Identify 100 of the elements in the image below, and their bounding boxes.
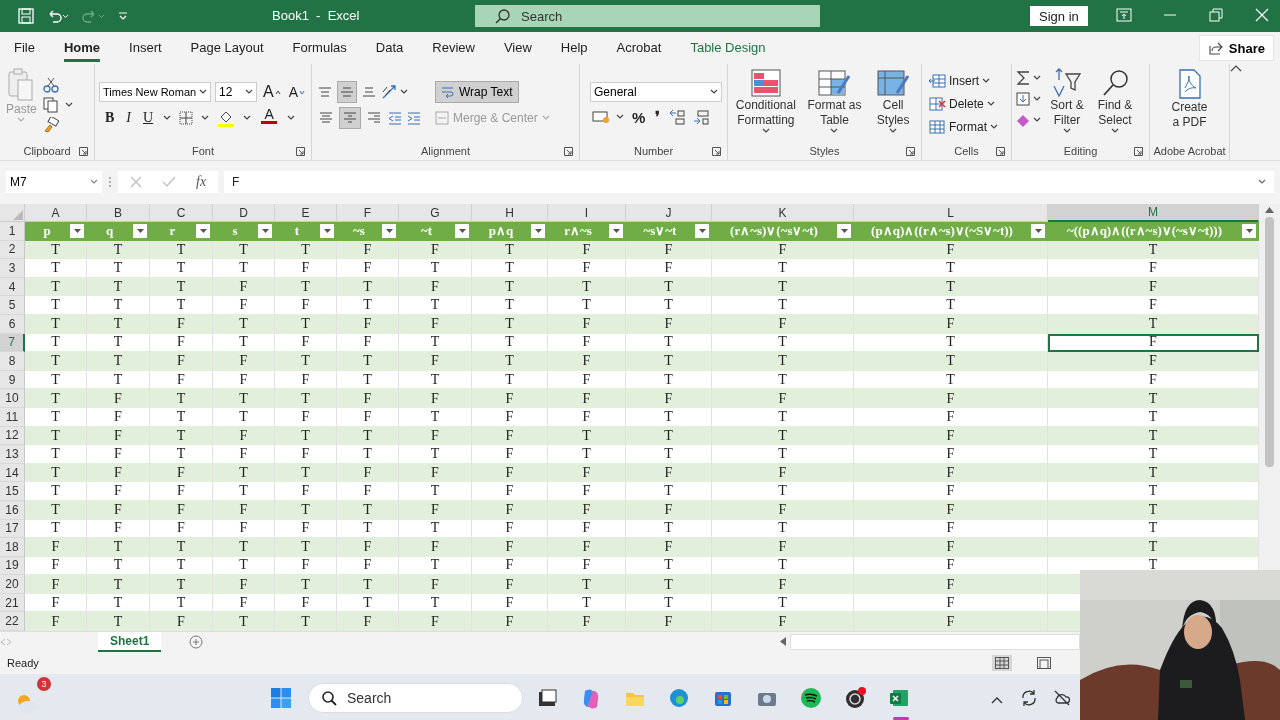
- share-button[interactable]: Share: [1198, 35, 1274, 61]
- dropdown-caret-icon[interactable]: [1033, 96, 1041, 102]
- dropdown-caret-icon[interactable]: [1033, 75, 1041, 81]
- filter-button[interactable]: [258, 224, 272, 238]
- filter-button[interactable]: [320, 224, 334, 238]
- wrap-text-button[interactable]: Wrap Text: [435, 81, 519, 103]
- find-and-select-button[interactable]: Find & Select: [1093, 68, 1137, 142]
- row-header[interactable]: 8: [0, 352, 25, 371]
- filter-button[interactable]: [455, 224, 469, 238]
- ribbon-tab[interactable]: Data: [375, 34, 404, 62]
- dialog-launcher-icon[interactable]: [996, 146, 1005, 156]
- ribbon-tab[interactable]: Home: [63, 34, 101, 62]
- create-pdf-button[interactable]: Create a PDF: [1164, 68, 1215, 142]
- filter-button[interactable]: [609, 224, 623, 238]
- autosum-icon[interactable]: [1016, 70, 1030, 86]
- sort-and-filter-button[interactable]: Sort & Filter: [1045, 68, 1089, 142]
- filter-button[interactable]: [695, 224, 709, 238]
- dropdown-caret-icon[interactable]: [986, 101, 995, 107]
- number-style-button[interactable]: ❜: [653, 106, 663, 128]
- dropdown-caret-icon[interactable]: [163, 115, 172, 121]
- borders-icon[interactable]: [179, 111, 194, 125]
- column-header[interactable]: K: [712, 204, 854, 222]
- dropdown-caret-icon[interactable]: [830, 128, 839, 134]
- column-header[interactable]: C: [150, 204, 213, 222]
- column-header[interactable]: H: [472, 204, 548, 222]
- column-header[interactable]: D: [213, 204, 275, 222]
- recorder-icon[interactable]: [844, 687, 866, 709]
- filter-button[interactable]: [196, 224, 210, 238]
- cell-styles-button[interactable]: Cell Styles: [871, 68, 916, 142]
- filter-button[interactable]: [382, 224, 396, 238]
- dialog-launcher-icon[interactable]: [79, 146, 88, 156]
- dropdown-caret-icon[interactable]: [64, 102, 73, 108]
- sync-icon[interactable]: [1020, 689, 1038, 707]
- delete-cells-button[interactable]: Delete: [926, 93, 1007, 115]
- scroll-left-icon[interactable]: [780, 637, 786, 646]
- dropdown-caret-icon[interactable]: [710, 89, 718, 95]
- insert-cells-button[interactable]: Insert: [926, 70, 1007, 92]
- underline-button[interactable]: U: [141, 107, 156, 129]
- column-header[interactable]: E: [275, 204, 337, 222]
- horizontal-scrollbar[interactable]: [790, 633, 1080, 650]
- dropdown-caret-icon[interactable]: [990, 124, 998, 130]
- column-header[interactable]: A: [25, 204, 87, 222]
- ribbon-tab[interactable]: File: [14, 34, 35, 62]
- ribbon-display-icon[interactable]: [1116, 8, 1132, 22]
- row-header[interactable]: 22: [0, 612, 25, 632]
- column-header[interactable]: G: [399, 204, 472, 222]
- ribbon-tab[interactable]: Table Design: [690, 34, 766, 62]
- dropdown-caret-icon[interactable]: [1063, 128, 1071, 134]
- number-format-dropdown[interactable]: General: [590, 82, 722, 102]
- formula-value[interactable]: F: [232, 175, 240, 189]
- dialog-launcher-icon[interactable]: [296, 146, 305, 156]
- column-header[interactable]: B: [87, 204, 150, 222]
- fill-color-icon[interactable]: [217, 109, 236, 127]
- decrease-decimal-icon[interactable]: [692, 109, 711, 125]
- row-header[interactable]: 20: [0, 575, 25, 594]
- collapse-ribbon-icon[interactable]: [1230, 64, 1242, 72]
- column-header[interactable]: F: [337, 204, 399, 222]
- dropdown-caret-icon[interactable]: [287, 115, 296, 121]
- dialog-launcher-icon[interactable]: [906, 146, 915, 156]
- ribbon-tab[interactable]: Insert: [129, 34, 162, 62]
- vertical-scrollbar[interactable]: [1259, 204, 1280, 570]
- filter-button[interactable]: [531, 224, 545, 238]
- save-icon[interactable]: [18, 8, 34, 24]
- conditional-formatting-button[interactable]: Conditional Formatting: [733, 68, 798, 142]
- bold-button[interactable]: B: [103, 107, 117, 129]
- cut-icon[interactable]: [42, 77, 59, 93]
- filter-button[interactable]: [1242, 224, 1256, 238]
- row-header[interactable]: 3: [0, 259, 25, 278]
- dialog-launcher-icon[interactable]: [564, 146, 573, 156]
- dropdown-caret-icon[interactable]: [199, 89, 207, 95]
- row-header[interactable]: 18: [0, 538, 25, 557]
- dropdown-caret-icon[interactable]: [1033, 117, 1041, 123]
- row-header[interactable]: 10: [0, 389, 25, 408]
- format-cells-button[interactable]: Format: [926, 116, 1007, 138]
- dialog-launcher-icon[interactable]: [1134, 146, 1143, 156]
- increase-decimal-icon[interactable]: [668, 109, 687, 125]
- font-color-button[interactable]: A: [259, 107, 280, 129]
- column-header[interactable]: I: [548, 204, 626, 222]
- fill-down-icon[interactable]: [1016, 91, 1030, 107]
- close-icon[interactable]: [1254, 8, 1270, 22]
- dropdown-caret-icon[interactable]: [243, 115, 252, 121]
- column-header[interactable]: J: [626, 204, 712, 222]
- dropdown-caret-icon[interactable]: [245, 89, 253, 95]
- column-header[interactable]: L: [854, 204, 1048, 222]
- ribbon-tab[interactable]: Page Layout: [190, 34, 264, 62]
- text-orientation-icon[interactable]: [381, 84, 397, 100]
- add-sheet-icon[interactable]: [189, 635, 204, 649]
- customize-icon[interactable]: [118, 11, 128, 21]
- format-as-table-button[interactable]: Format as Table: [805, 68, 864, 142]
- dialog-launcher-icon[interactable]: [712, 146, 721, 156]
- italic-button[interactable]: I: [124, 107, 133, 129]
- sign-in-button[interactable]: Sign in: [1030, 6, 1088, 26]
- dropdown-caret-icon[interactable]: [1111, 128, 1119, 134]
- filter-button[interactable]: [70, 224, 84, 238]
- font-name-dropdown[interactable]: Times New Roman: [99, 82, 211, 102]
- dropdown-caret-icon[interactable]: [616, 114, 624, 120]
- insert-function-button[interactable]: fx: [196, 174, 207, 190]
- increase-font-size-button[interactable]: A: [261, 81, 283, 103]
- row-header[interactable]: 15: [0, 482, 25, 501]
- column-header[interactable]: M: [1048, 204, 1259, 222]
